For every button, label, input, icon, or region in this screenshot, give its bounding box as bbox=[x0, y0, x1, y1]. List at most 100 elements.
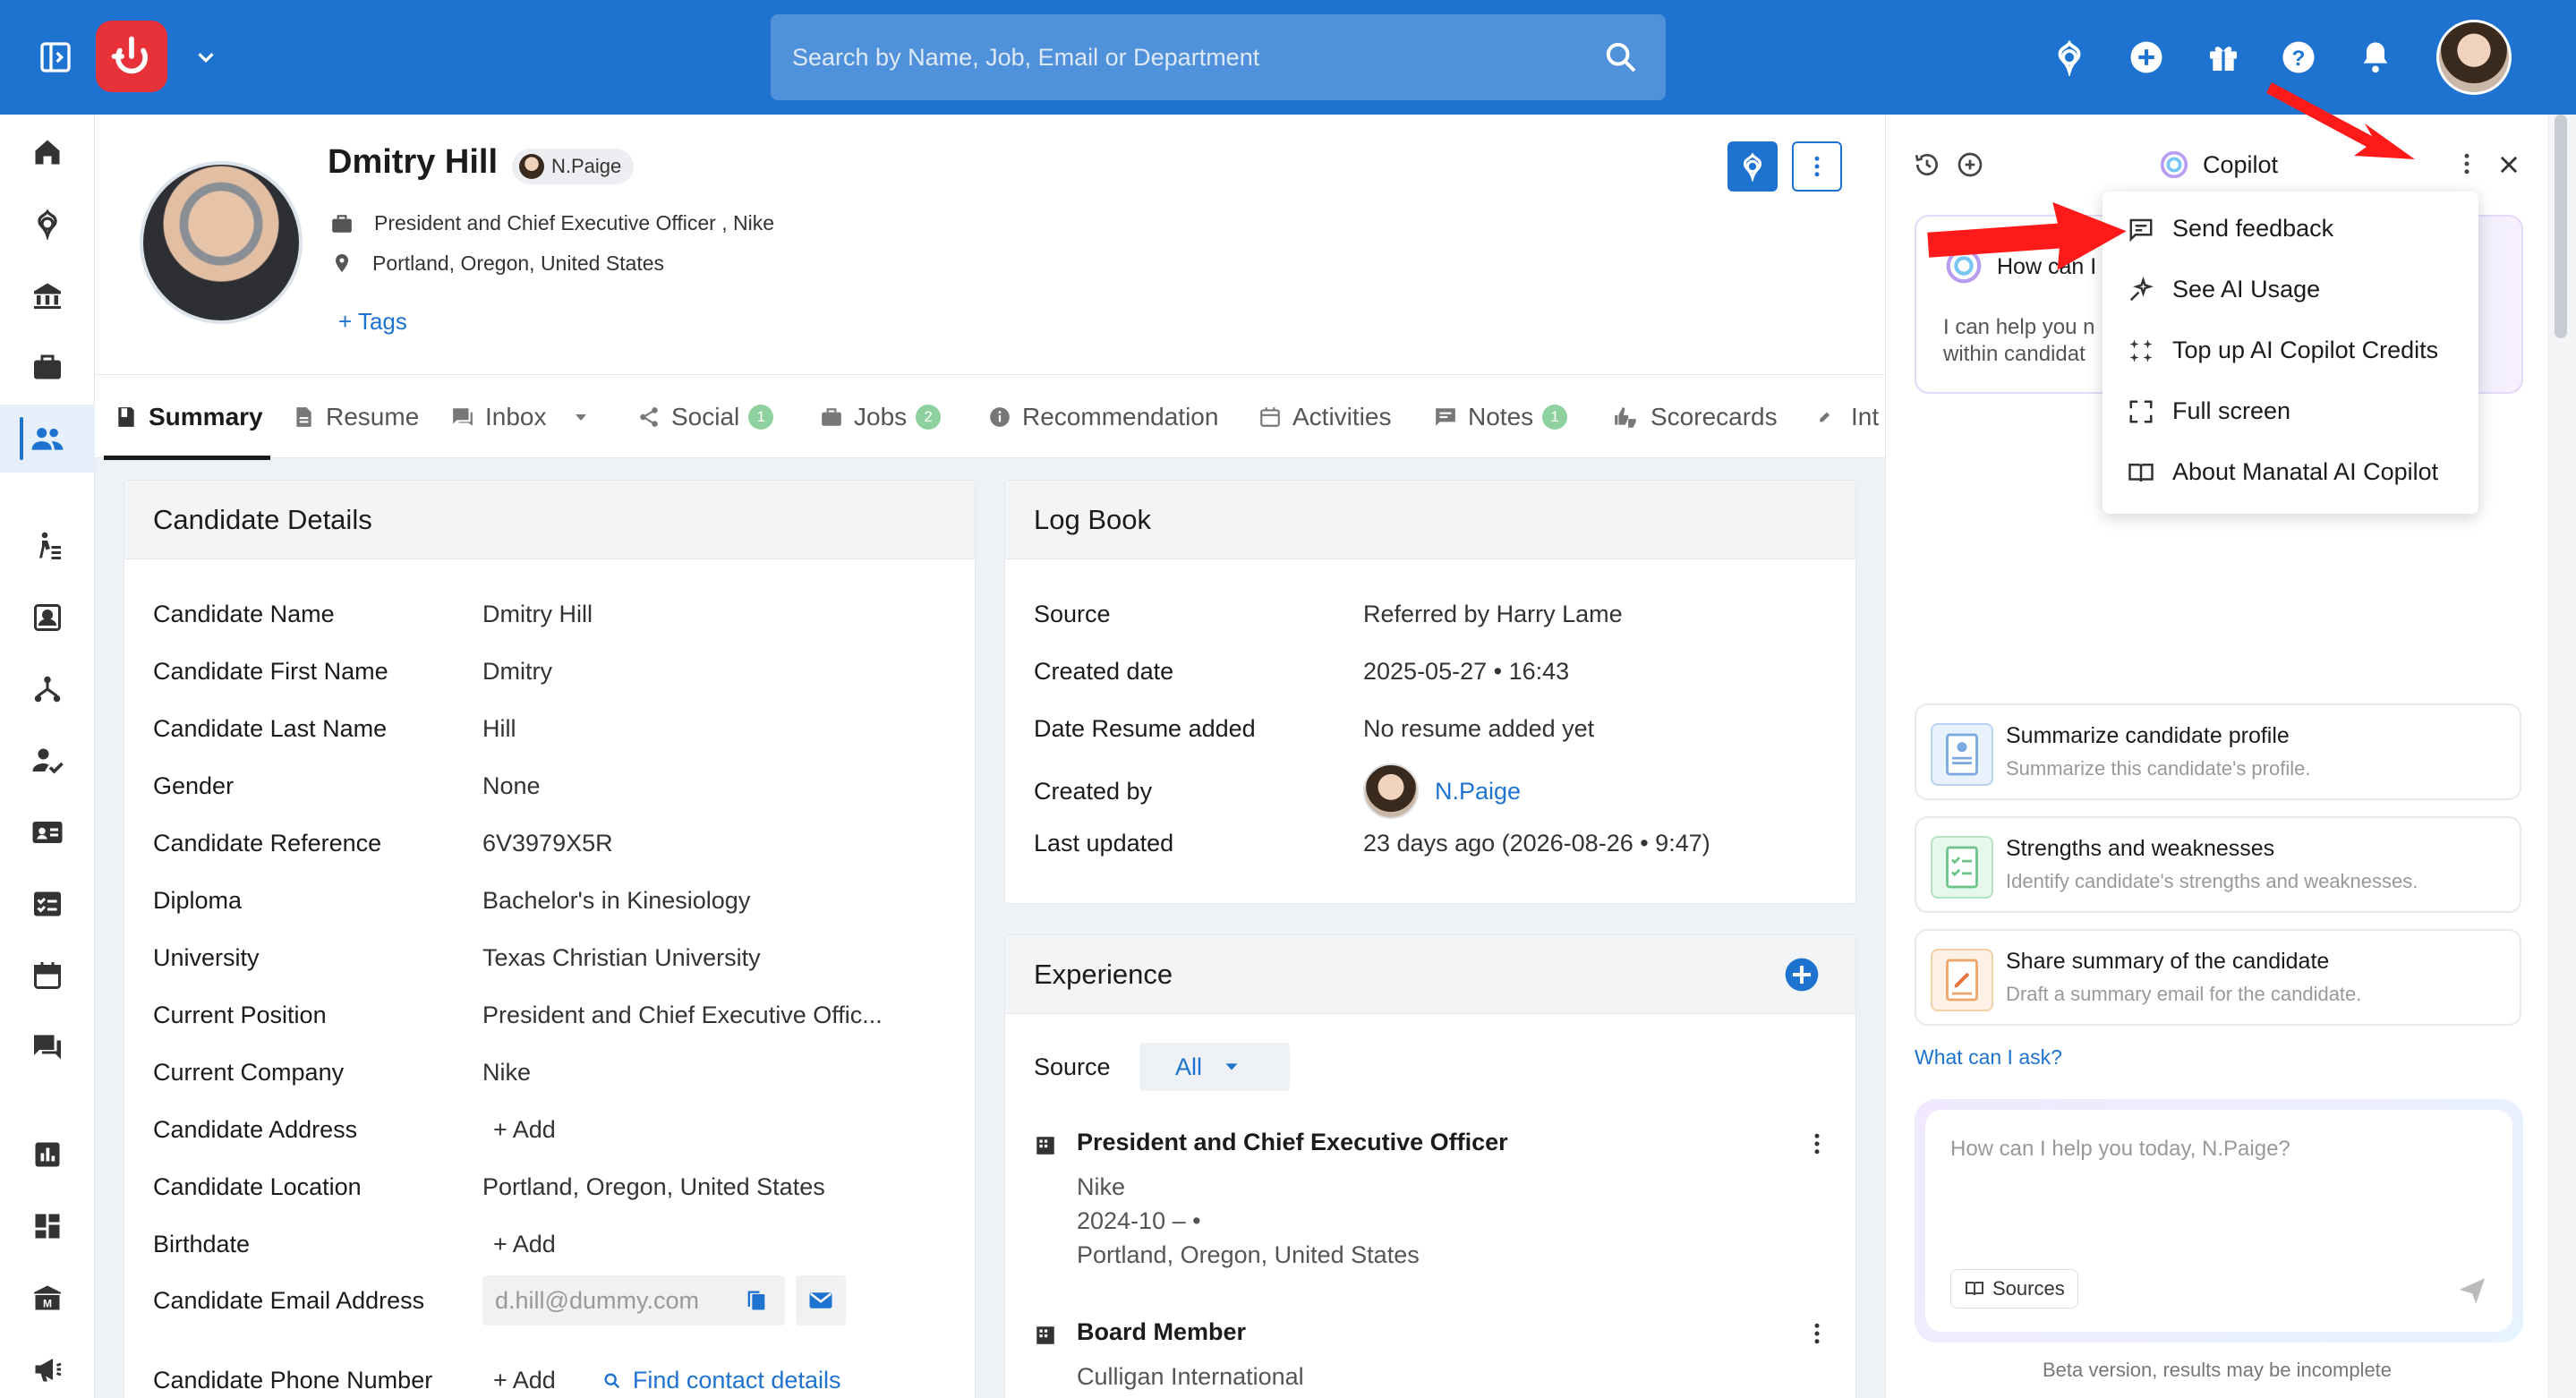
creator-avatar bbox=[1363, 763, 1419, 819]
menu-item-full-screen[interactable]: Full screen bbox=[2128, 397, 2290, 425]
book-icon bbox=[1966, 1282, 1983, 1296]
candidates-icon[interactable] bbox=[0, 405, 95, 473]
share-icon bbox=[640, 407, 658, 427]
menu-item-send-feedback[interactable]: Send feedback bbox=[2128, 215, 2333, 243]
network-icon[interactable] bbox=[0, 655, 95, 723]
tab-activities[interactable]: Activities bbox=[1258, 375, 1391, 459]
caret-down-icon bbox=[1225, 1063, 1238, 1070]
chat-input[interactable]: How can I help you today, N.Paige? Sourc… bbox=[1915, 1099, 2523, 1343]
source-filter: Source All bbox=[1034, 1043, 1290, 1091]
more-options-button[interactable] bbox=[1792, 141, 1842, 192]
search-input[interactable]: Search by Name, Job, Email or Department bbox=[771, 14, 1666, 100]
chevron-down-icon[interactable] bbox=[188, 39, 224, 75]
add-circle-icon[interactable] bbox=[2127, 38, 2166, 77]
experience-dates: 2024-10 – • bbox=[1077, 1207, 1201, 1234]
ai-icon[interactable] bbox=[0, 190, 95, 258]
creator-link[interactable]: N.Paige bbox=[1435, 778, 1521, 806]
left-sidebar: M bbox=[0, 115, 95, 1398]
close-icon[interactable] bbox=[2496, 152, 2521, 182]
owner-chip[interactable]: N.Paige bbox=[512, 149, 635, 184]
gift-icon[interactable] bbox=[2204, 38, 2243, 77]
logbook-row: Source Referred by Harry Lame bbox=[1034, 601, 1623, 627]
add-phone-button[interactable]: + Add bbox=[482, 1367, 556, 1394]
copy-icon[interactable] bbox=[744, 1288, 769, 1313]
id-card-icon[interactable] bbox=[0, 798, 95, 866]
email-icon[interactable] bbox=[796, 1275, 846, 1326]
experience-title: Board Member bbox=[1077, 1318, 1247, 1345]
what-can-i-ask-link[interactable]: What can I ask? bbox=[1915, 1045, 2062, 1070]
jobs-icon[interactable] bbox=[0, 333, 95, 401]
owner-name: N.Paige bbox=[551, 155, 622, 177]
add-address-button[interactable]: + Add bbox=[482, 1116, 556, 1144]
tab-count-badge: 2 bbox=[916, 405, 942, 430]
ai-action-button[interactable] bbox=[1727, 141, 1778, 192]
detail-row: Current Position President and Chief Exec… bbox=[153, 1002, 883, 1028]
tab-resume[interactable]: Resume bbox=[292, 375, 419, 459]
suggestion-summarize[interactable]: Summarize candidate profile Summarize th… bbox=[1915, 703, 2521, 800]
user-avatar[interactable] bbox=[2436, 20, 2512, 95]
menu-item-see-ai-usage[interactable]: See AI Usage bbox=[2128, 276, 2320, 303]
organization-icon[interactable] bbox=[0, 261, 95, 329]
suggestion-strengths[interactable]: Strengths and weaknesses Identify candid… bbox=[1915, 816, 2521, 913]
tab-recommendation[interactable]: Recommendation bbox=[988, 375, 1218, 459]
history-icon[interactable] bbox=[1913, 150, 1941, 183]
logbook-row: Created date 2025-05-27 • 16:43 bbox=[1034, 658, 1570, 685]
menu-item-about-copilot[interactable]: About Manatal AI Copilot bbox=[2128, 458, 2438, 486]
kebab-icon[interactable] bbox=[1804, 1320, 1830, 1347]
sidebar-toggle-icon[interactable] bbox=[36, 38, 75, 77]
checklist-icon[interactable] bbox=[0, 870, 95, 938]
book-icon bbox=[2128, 463, 2154, 482]
search-icon[interactable] bbox=[1603, 39, 1639, 81]
tab-social[interactable]: Social 1 bbox=[637, 375, 774, 459]
card-title: Candidate Details bbox=[124, 481, 975, 559]
reports-icon[interactable] bbox=[0, 1121, 95, 1189]
app-logo[interactable] bbox=[96, 21, 167, 92]
sources-button[interactable]: Sources bbox=[1950, 1269, 2078, 1308]
page-scrollbar[interactable] bbox=[2547, 115, 2576, 1398]
dashboard-icon[interactable] bbox=[0, 1192, 95, 1260]
tab-interviews[interactable]: Int bbox=[1817, 375, 1879, 459]
source-dropdown[interactable]: All bbox=[1139, 1043, 1290, 1091]
owner-avatar bbox=[519, 154, 544, 179]
contacts-icon[interactable] bbox=[0, 584, 95, 652]
calendar-icon[interactable] bbox=[0, 942, 95, 1010]
kebab-icon[interactable] bbox=[1804, 1130, 1830, 1157]
detail-row: University Texas Christian University bbox=[153, 944, 761, 971]
profile-summary-icon bbox=[1931, 723, 1993, 786]
user-check-icon[interactable] bbox=[0, 727, 95, 795]
tab-scorecards[interactable]: Scorecards bbox=[1613, 375, 1778, 459]
tab-summary[interactable]: Summary bbox=[104, 375, 270, 460]
strengths-icon bbox=[1931, 836, 1993, 899]
messages-icon[interactable] bbox=[0, 1013, 95, 1081]
fullscreen-icon bbox=[2129, 400, 2153, 422]
candidate-name: Dmitry Hill bbox=[328, 143, 499, 181]
detail-row: Candidate Phone Number + Add Find contac… bbox=[153, 1367, 841, 1394]
add-tags-button[interactable]: + Tags bbox=[338, 308, 407, 336]
position-line: President and Chief Executive Officer , … bbox=[329, 211, 774, 235]
suggestion-share-summary[interactable]: Share summary of the candidate Draft a s… bbox=[1915, 929, 2521, 1026]
tab-jobs[interactable]: Jobs 2 bbox=[820, 375, 942, 459]
pipeline-icon[interactable] bbox=[0, 512, 95, 580]
add-experience-icon[interactable] bbox=[1784, 957, 1820, 993]
menu-item-top-up-credits[interactable]: Top up AI Copilot Credits bbox=[2128, 337, 2438, 364]
logbook-row: Created by N.Paige bbox=[1034, 763, 1521, 819]
tab-notes[interactable]: Notes 1 bbox=[1434, 375, 1568, 459]
scrollbar-thumb[interactable] bbox=[2555, 115, 2567, 338]
email-field[interactable]: d.hill@dummy.com bbox=[482, 1275, 785, 1326]
tab-inbox[interactable]: Inbox bbox=[451, 375, 602, 459]
ai-copilot-icon[interactable] bbox=[2050, 38, 2089, 77]
new-chat-icon[interactable] bbox=[1956, 150, 1984, 183]
experience-card: Experience Source All President and Chie… bbox=[1004, 934, 1856, 1398]
detail-row: Candidate Location Portland, Oregon, Unit… bbox=[153, 1173, 825, 1200]
info-icon bbox=[990, 407, 1010, 427]
kebab-icon[interactable] bbox=[2453, 150, 2480, 182]
calendar-icon bbox=[1260, 407, 1280, 427]
home-icon[interactable] bbox=[0, 118, 95, 186]
intro-text: I can help you n bbox=[1943, 315, 2095, 339]
career-page-icon[interactable]: M bbox=[0, 1264, 95, 1332]
add-birthdate-button[interactable]: + Add bbox=[482, 1231, 556, 1258]
send-icon[interactable] bbox=[2457, 1274, 2487, 1305]
megaphone-icon[interactable] bbox=[0, 1335, 95, 1398]
find-contact-details-link[interactable]: Find contact details bbox=[602, 1367, 840, 1394]
location-pin-icon bbox=[336, 254, 348, 272]
